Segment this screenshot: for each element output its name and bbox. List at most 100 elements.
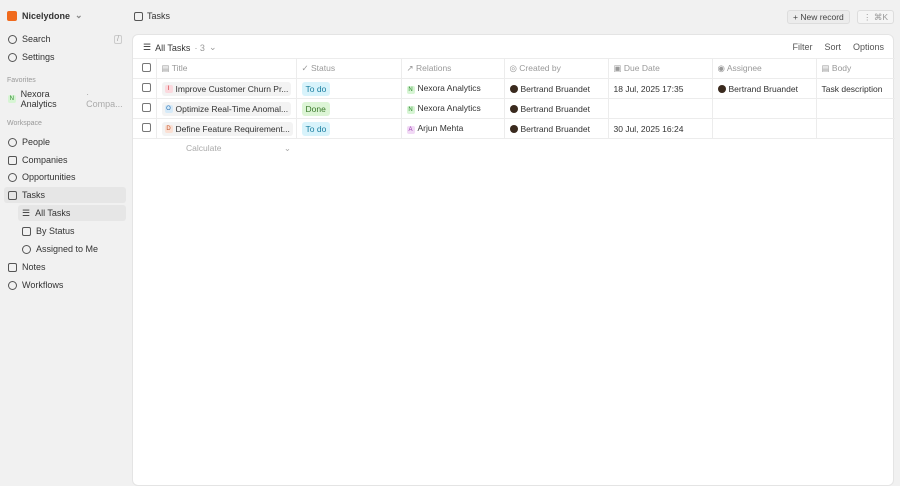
row-checkbox[interactable] [142, 83, 151, 92]
cell-relations[interactable]: A Arjun Mehta [401, 118, 505, 139]
favorite-nexora[interactable]: N Nexora Analytics · Compa... [4, 89, 126, 109]
cell-title[interactable]: D Define Feature Requirement... [156, 118, 297, 139]
search-icon [8, 34, 17, 44]
tasks-table: ▤ Title ✓ Status ↗ Relations ◎ Created b… [133, 58, 895, 159]
label: Search [22, 34, 51, 44]
chevron-down-icon: ⌄ [75, 10, 83, 20]
status-badge: Done [301, 101, 330, 116]
cell-created-by[interactable]: Bertrand Bruandet [504, 98, 609, 119]
cell-body[interactable]: Task description [816, 78, 895, 99]
new-record-button[interactable]: + New record [787, 10, 850, 24]
column-created-by[interactable]: ◎ Created by [504, 58, 609, 79]
cell-status[interactable]: Done [296, 98, 402, 119]
sidebar-item-people[interactable]: People [4, 134, 126, 150]
workspace-label: Workspace [7, 120, 42, 127]
sidebar-item-workflows[interactable]: Workflows [4, 277, 126, 293]
sidebar-item-tasks[interactable]: Tasks [4, 187, 126, 203]
status-badge: To do [301, 81, 331, 96]
relation-avatar: N [406, 106, 415, 114]
table-row[interactable]: O Optimize Real-Time Anomal... Done N Nexo… [133, 98, 895, 119]
view-all-tasks[interactable]: ☰ All Tasks [18, 205, 126, 221]
task-title: Optimize Real-Time Anomal... [175, 103, 289, 114]
command-menu-button[interactable]: ⋮ ⌘K [857, 10, 895, 24]
cell-assignee[interactable]: Bertrand Bruandet [712, 78, 817, 99]
cell-relations[interactable]: N Nexora Analytics [401, 98, 505, 119]
avatar [509, 105, 518, 114]
due-date: 18 Jul, 2025 17:35 [613, 83, 684, 94]
table-header: ▤ Title ✓ Status ↗ Relations ◎ Created b… [133, 58, 895, 79]
label: Notes [22, 262, 46, 272]
cell-created-by[interactable]: Bertrand Bruandet [504, 78, 609, 99]
column-assignee[interactable]: ◉ Assignee [712, 58, 817, 79]
favorite-type: · Compa... [86, 89, 123, 109]
label: Assigned to Me [36, 244, 99, 254]
workspace-name: Nicelydone [22, 10, 71, 21]
workspace-switcher[interactable]: Nicelydone ⌄ [7, 10, 83, 21]
gear-icon [8, 52, 17, 62]
due-date: 30 Jul, 2025 16:24 [613, 123, 684, 134]
column-relations[interactable]: ↗ Relations [401, 58, 505, 79]
relation-name: Arjun Mehta [417, 123, 464, 133]
note-icon [8, 262, 17, 272]
cell-status[interactable]: To do [296, 118, 402, 139]
body-text: Task description [821, 83, 883, 94]
sidebar-item-companies[interactable]: Companies [4, 152, 126, 168]
cell-assignee[interactable] [712, 98, 817, 119]
row-checkbox[interactable] [142, 103, 151, 112]
label: People [22, 137, 51, 147]
workflow-icon [8, 280, 17, 290]
view-by-status[interactable]: By Status [18, 223, 126, 239]
relation-avatar: N [406, 86, 415, 94]
checkbox-icon [134, 11, 143, 21]
cell-body[interactable] [816, 118, 895, 139]
person-icon [8, 137, 17, 147]
cell-relations[interactable]: N Nexora Analytics [401, 78, 505, 99]
title-text: Tasks [147, 11, 171, 21]
sort-button[interactable]: Sort [824, 42, 841, 52]
sidebar-search[interactable]: Search / [4, 31, 126, 47]
task-avatar: D [164, 124, 173, 133]
column-body[interactable]: ▤ Body [816, 58, 895, 79]
cell-due-date[interactable]: 18 Jul, 2025 17:35 [608, 78, 713, 99]
list-icon: ☰ [22, 207, 31, 218]
view-picker[interactable]: ☰ All Tasks · 3 ⌄ [143, 42, 217, 53]
avatar [509, 85, 518, 94]
avatar [509, 125, 518, 134]
sidebar-item-notes[interactable]: Notes [4, 259, 126, 275]
cell-title[interactable]: O Optimize Real-Time Anomal... [156, 98, 297, 119]
shortcut-hint: / [114, 34, 122, 44]
avatar [717, 85, 726, 94]
column-due-date[interactable]: ▣ Due Date [608, 58, 713, 79]
filter-button[interactable]: Filter [792, 42, 812, 52]
cell-assignee[interactable] [712, 118, 817, 139]
label: Settings [22, 52, 55, 62]
label: All Tasks [35, 208, 71, 218]
view-assigned-to-me[interactable]: Assigned to Me [18, 241, 126, 257]
row-checkbox[interactable] [142, 123, 151, 132]
label: Companies [22, 155, 68, 165]
relation-name: Nexora Analytics [417, 83, 481, 93]
cell-due-date[interactable] [608, 98, 713, 119]
cell-created-by[interactable]: Bertrand Bruandet [504, 118, 609, 139]
table-row[interactable]: D Define Feature Requirement... To do A Ar… [133, 118, 895, 139]
column-title[interactable]: ▤ Title [156, 58, 297, 79]
cell-title[interactable]: I Improve Customer Churn Pr... [156, 78, 297, 99]
cell-status[interactable]: To do [296, 78, 402, 99]
chevron-down-icon: ⌄ [208, 42, 217, 52]
relation-name: Nexora Analytics [417, 103, 481, 113]
company-avatar: N [8, 95, 16, 103]
sidebar-item-opportunities[interactable]: Opportunities [4, 169, 126, 185]
sidebar-settings[interactable]: Settings [4, 49, 126, 65]
options-button[interactable]: Options [853, 42, 884, 52]
relation-avatar: A [406, 126, 415, 134]
calculate-button[interactable]: Calculate ⌄ [156, 139, 296, 159]
workspace-logo [7, 10, 17, 21]
cell-body[interactable] [816, 98, 895, 119]
creator-name: Bertrand Bruandet [520, 103, 590, 114]
select-all-checkbox[interactable] [142, 63, 151, 72]
column-status[interactable]: ✓ Status [296, 58, 402, 79]
label: By Status [36, 226, 75, 236]
cell-due-date[interactable]: 30 Jul, 2025 16:24 [608, 118, 713, 139]
table-row[interactable]: I Improve Customer Churn Pr... To do N Nex… [133, 78, 895, 99]
task-avatar: I [164, 84, 173, 93]
